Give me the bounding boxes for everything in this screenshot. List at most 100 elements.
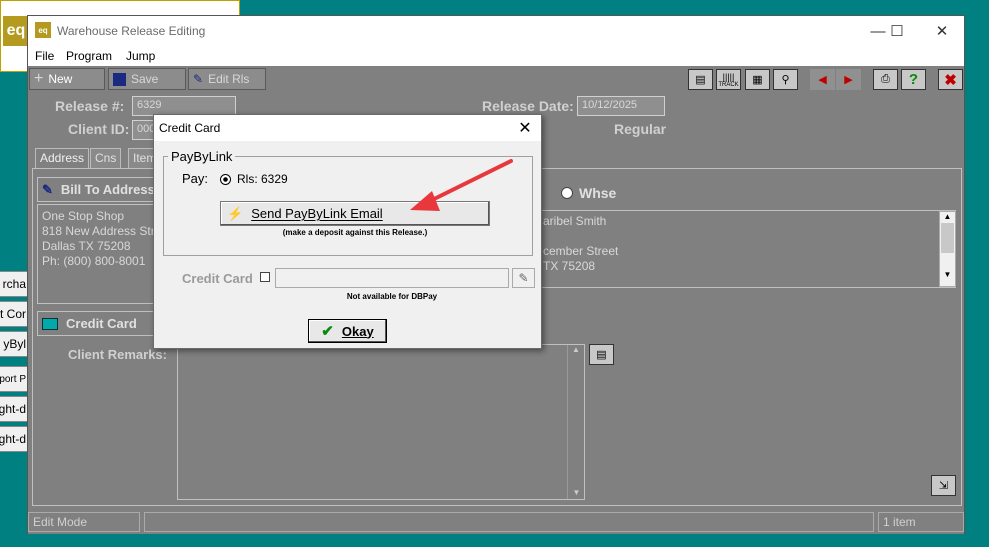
edit-release-button[interactable]: ✎ Edit Rls — [188, 68, 266, 90]
title-bar: eq Warehouse Release Editing — ☐ ✕ — [28, 16, 964, 46]
menu-file[interactable]: File — [35, 49, 54, 63]
release-date-label: Release Date: — [482, 98, 574, 114]
side-button-purchase[interactable]: rcha — [0, 271, 28, 297]
side-button-label: ght-d — [0, 402, 26, 416]
dialog-title: Credit Card — [159, 121, 221, 135]
printer-icon[interactable]: ⎙ — [873, 69, 898, 90]
bill-to-line: 818 New Address Stre — [42, 224, 162, 238]
radio-selected-icon — [220, 173, 231, 185]
app-icon: eq — [35, 22, 51, 38]
maximize-button[interactable]: ☐ — [879, 20, 915, 42]
send-note: (make a deposit against this Release.) — [282, 228, 428, 237]
ship-to-scrollbar[interactable]: ▲ ▼ — [939, 211, 956, 287]
credit-card-label: Credit Card — [182, 271, 253, 286]
bill-to-line: Dallas TX 75208 — [42, 239, 131, 253]
tab-address[interactable]: Address — [35, 148, 90, 168]
arrow-left-icon[interactable]: ◀ — [810, 69, 835, 90]
whse-radio[interactable]: Whse — [561, 185, 616, 201]
exit-icon[interactable]: ✖ — [938, 69, 963, 90]
new-button-label: New — [48, 72, 73, 86]
ship-to-line: aribel Smith — [543, 214, 607, 228]
paybylink-group-label: PayByLink — [168, 149, 236, 164]
bill-to-address-box[interactable]: One Stop Shop 818 New Address Stre Dalla… — [37, 204, 162, 304]
bill-to-line: Ph: (800) 800-8001 — [42, 254, 146, 268]
track-icon[interactable]: ||||| TRACK — [716, 69, 741, 90]
save-icon — [113, 72, 126, 86]
help-icon[interactable]: ? — [901, 69, 926, 90]
tab-item[interactable]: Item — [128, 148, 156, 168]
status-message — [144, 512, 874, 532]
ship-to-line: TX 75208 — [543, 259, 596, 273]
credit-card-icon — [42, 317, 58, 330]
menu-jump[interactable]: Jump — [126, 49, 155, 63]
menu-program[interactable]: Program — [66, 49, 112, 63]
ship-to-address-box[interactable]: aribel Smith cember Street TX 75208 ▲ ▼ — [538, 210, 956, 288]
new-button[interactable]: + New — [29, 68, 105, 90]
dialog-title-bar: Credit Card ✕ — [154, 115, 541, 141]
credit-card-title: Credit Card — [66, 316, 137, 331]
release-number-label: Release #: — [55, 98, 125, 114]
side-button-label: yByl — [3, 337, 26, 351]
close-icon[interactable]: ✕ — [512, 117, 538, 139]
pay-release-radio[interactable]: Rls: 6329 — [220, 172, 288, 186]
release-type: Regular — [614, 121, 667, 137]
credit-card-dialog: Credit Card ✕ PayByLink Pay: Rls: 6329 ⚡… — [153, 114, 542, 349]
window-title: Warehouse Release Editing — [57, 24, 206, 38]
side-button-label: ght-d — [0, 432, 26, 446]
toolbar: + New Save ✎ Edit Rls ▤ ||||| TRACK ▦ ⚲ ◀… — [28, 66, 964, 92]
bill-to-header: ✎ Bill To Address — [37, 177, 162, 202]
plus-icon: + — [34, 70, 44, 87]
client-remarks-label: Client Remarks: — [68, 347, 167, 362]
pay-option-label: Rls: 6329 — [237, 172, 288, 186]
bill-to-title: Bill To Address — [60, 182, 155, 197]
radio-icon — [561, 187, 573, 199]
side-button-report[interactable]: port P — [0, 366, 28, 392]
side-button-label: port P — [0, 373, 26, 385]
side-button-cont[interactable]: t Cor — [0, 301, 28, 327]
search-icon[interactable]: ⚲ — [773, 69, 798, 90]
send-paybylink-email-button[interactable]: ⚡ Send PayByLink Email — [220, 201, 490, 226]
okay-button[interactable]: ✔ Okay — [308, 319, 387, 343]
tab-cns[interactable]: Cns — [90, 148, 122, 168]
client-remarks-textarea[interactable]: ▲ ▼ — [177, 344, 585, 500]
app-logo: eq — [3, 16, 29, 46]
ship-to-line: cember Street — [543, 244, 619, 258]
okay-button-label: Okay — [341, 323, 374, 339]
status-item-count: 1 item — [878, 512, 964, 532]
status-mode: Edit Mode — [28, 512, 140, 532]
credit-card-checkbox[interactable] — [260, 272, 270, 282]
scroll-down-icon: ▼ — [572, 488, 581, 497]
client-id-label: Client ID: — [68, 121, 130, 137]
arrow-right-icon[interactable]: ▶ — [836, 69, 861, 90]
ship-to-line — [543, 229, 951, 244]
whse-label: Whse — [579, 185, 617, 201]
credit-card-header[interactable]: Credit Card — [37, 311, 162, 336]
barcode-icon: ||||| — [722, 71, 735, 82]
scroll-down-icon: ▼ — [943, 270, 952, 279]
side-button-label: t Cor — [0, 307, 26, 321]
side-button-freight-1[interactable]: ght-d — [0, 396, 28, 422]
notepad-icon[interactable]: ▤ — [589, 344, 614, 365]
send-button-label: Send PayByLink Email — [251, 206, 383, 221]
pay-label: Pay: — [182, 171, 209, 186]
close-button[interactable]: ✕ — [924, 20, 960, 42]
release-number-field[interactable]: 6329 — [132, 96, 236, 116]
pen-icon[interactable]: ✎ — [512, 268, 535, 288]
not-available-note: Not available for DBPay — [346, 292, 438, 301]
save-button-label: Save — [131, 72, 159, 86]
pencil-icon: ✎ — [42, 181, 53, 197]
lightning-icon: ⚡ — [227, 205, 244, 221]
bill-to-line: One Stop Shop — [42, 209, 125, 223]
copy-icon[interactable]: ▤ — [688, 69, 713, 90]
save-button[interactable]: Save — [108, 68, 186, 90]
document-icon[interactable]: ▦ — [745, 69, 770, 90]
status-bar: Edit Mode 1 item — [28, 510, 964, 534]
scroll-up-icon: ▲ — [943, 212, 952, 221]
expand-icon[interactable]: ⇲ — [931, 475, 956, 496]
scroll-thumb[interactable] — [941, 223, 954, 253]
side-button-paybylink[interactable]: yByl — [0, 331, 28, 357]
release-date-field[interactable]: 10/12/2025 — [577, 96, 665, 116]
credit-card-input[interactable] — [275, 268, 509, 288]
remarks-scrollbar[interactable]: ▲ ▼ — [567, 345, 584, 499]
side-button-freight-2[interactable]: ght-d — [0, 426, 28, 452]
